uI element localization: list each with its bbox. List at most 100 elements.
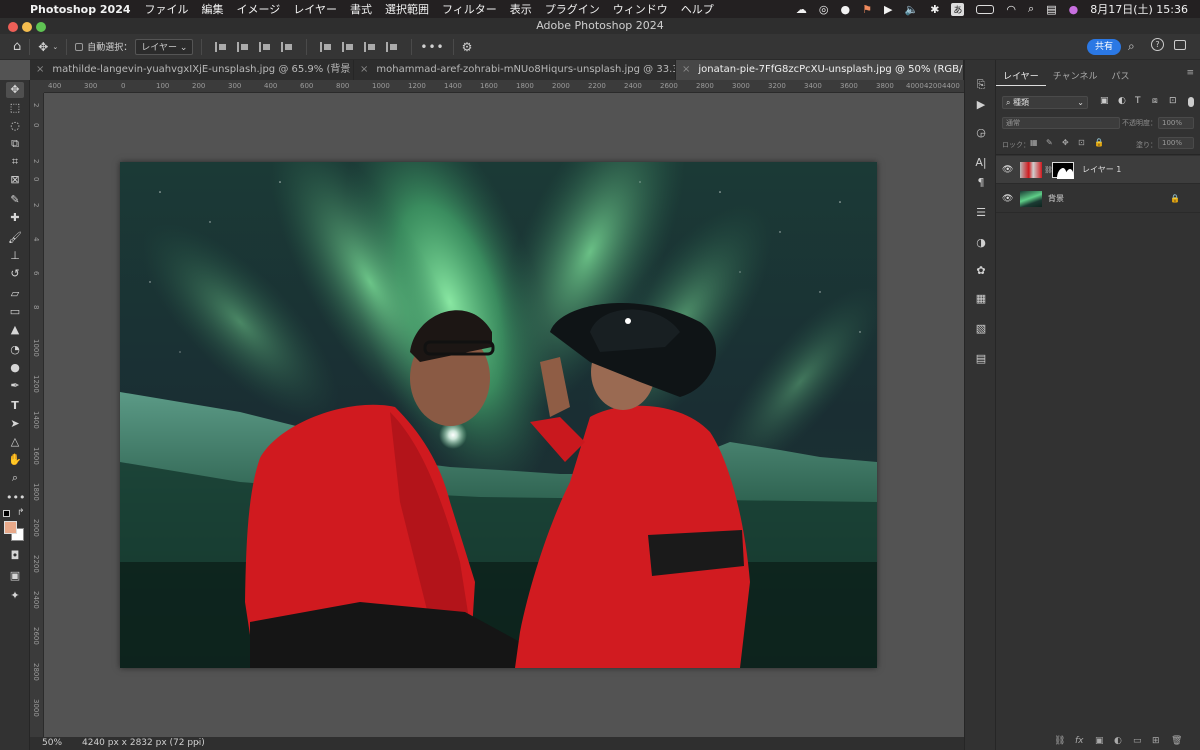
foreground-color-swatch[interactable] <box>4 521 17 534</box>
more-options-icon[interactable]: ••• <box>420 40 444 54</box>
healing-brush-tool-icon[interactable]: ✚ <box>6 210 24 226</box>
eraser-tool-icon[interactable]: ▱ <box>6 286 24 302</box>
distribute-vertical-icon[interactable] <box>386 41 398 52</box>
type-tool-icon[interactable]: T <box>6 398 24 414</box>
siri-icon[interactable]: ● <box>1069 3 1079 16</box>
brush-tool-icon[interactable]: 🖌 <box>6 230 24 246</box>
tab-channels[interactable]: チャンネル <box>1046 68 1105 86</box>
filter-adjustment-icon[interactable]: ◐ <box>1118 96 1126 106</box>
layer-filter-dropdown[interactable]: ⌕ 種類 ⌄ <box>1002 96 1088 109</box>
fill-field[interactable]: 100% <box>1158 137 1194 149</box>
close-tab-icon[interactable]: × <box>36 64 44 75</box>
adjustment-icon[interactable]: ◐ <box>1114 736 1122 746</box>
filter-type-icon[interactable]: T <box>1135 96 1141 106</box>
menu-edit[interactable]: 編集 <box>202 1 224 17</box>
auto-select-checkbox[interactable] <box>75 42 84 51</box>
move-tool-icon[interactable]: ✥ <box>6 82 24 98</box>
zoom-tool-icon[interactable]: ⌕ <box>6 470 24 486</box>
libraries-icon[interactable]: ▤ <box>974 352 988 366</box>
layer-row[interactable]: 👁 背景 🔒 <box>996 185 1200 213</box>
filter-shape-icon[interactable]: ⧈ <box>1152 96 1158 106</box>
layer-name[interactable]: 背景 <box>1048 185 1064 213</box>
lock-image-icon[interactable]: ✎ <box>1046 138 1053 147</box>
ruler-vertical[interactable]: 2 0 2 0 2 4 6 8 1000 1200 1400 1600 1800… <box>30 93 44 737</box>
lock-position-icon[interactable]: ✥ <box>1062 138 1069 147</box>
layer-name[interactable]: レイヤー 1 <box>1082 156 1121 184</box>
mask-icon[interactable]: ▣ <box>1095 736 1104 746</box>
acrobat-icon[interactable]: ⚑ <box>862 3 872 16</box>
close-tab-icon[interactable]: × <box>682 64 690 75</box>
help-icon[interactable]: ? <box>1151 38 1164 51</box>
wifi-icon[interactable]: ◠ <box>1006 3 1016 16</box>
doc-tab-active[interactable]: × jonatan-pie-7FfG8zcPcXU-unsplash.jpg @ … <box>676 60 964 80</box>
fx-icon[interactable]: fx <box>1075 736 1084 746</box>
align-distribute-icon[interactable] <box>281 41 293 52</box>
clock[interactable]: 8月17日(土) 15:36 <box>1090 1 1188 17</box>
home-icon[interactable]: ⌂ <box>13 39 21 54</box>
lock-all-icon[interactable]: 🔒 <box>1094 138 1104 147</box>
close-window-button[interactable] <box>8 22 18 32</box>
patterns-icon[interactable]: ▦ <box>974 292 988 306</box>
bluetooth-icon[interactable]: ✱ <box>930 3 939 16</box>
opacity-field[interactable]: 100% <box>1158 117 1194 129</box>
group-icon[interactable]: ▭ <box>1133 736 1142 746</box>
battery-icon[interactable] <box>976 4 995 14</box>
spotlight-icon[interactable]: ⌕ <box>1028 2 1034 16</box>
zoom-level[interactable]: 50% <box>42 737 62 750</box>
swatches-icon[interactable]: ✿ <box>974 264 988 278</box>
play-icon[interactable]: ▶ <box>884 3 892 16</box>
sync-icon[interactable]: ● <box>841 3 851 16</box>
link-icon[interactable]: ⛓ <box>1054 736 1065 746</box>
doc-tab[interactable]: × mohammad-aref-zohrabi-mNUo8Hiqurs-unspl… <box>354 60 676 80</box>
menu-view[interactable]: 表示 <box>510 1 532 17</box>
move-tool-icon[interactable]: ✥ <box>38 40 48 54</box>
cloud-icon[interactable]: ☁ <box>796 3 807 16</box>
screen-mode-icon[interactable]: ▣ <box>6 568 24 584</box>
color-icon[interactable]: ◑ <box>974 236 988 250</box>
frame-tool-icon[interactable]: ⊠ <box>6 172 24 188</box>
control-center-icon[interactable]: ▤ <box>1046 3 1056 16</box>
filter-smart-object-icon[interactable]: ⊡ <box>1169 96 1177 106</box>
menu-help[interactable]: ヘルプ <box>681 1 714 17</box>
menu-window[interactable]: ウィンドウ <box>613 1 668 17</box>
generative-icon[interactable]: ✦ <box>6 588 24 604</box>
shape-tool-icon[interactable]: △ <box>6 434 24 450</box>
menu-filter[interactable]: フィルター <box>442 1 497 17</box>
ruler-horizontal[interactable]: 400 300 0 100 200 300 400 600 800 1000 1… <box>44 80 964 93</box>
volume-icon[interactable]: 🔈 <box>904 3 918 16</box>
eyedropper-tool-icon[interactable]: ✎ <box>6 192 24 208</box>
more-tools-icon[interactable]: ••• <box>6 490 25 506</box>
ruler-corner[interactable] <box>30 80 44 93</box>
3d-mode-icon[interactable]: ⚙ <box>462 40 473 54</box>
align-top-icon[interactable] <box>320 41 332 52</box>
panel-menu-icon[interactable]: ≡ <box>1186 68 1194 78</box>
workspace-icon[interactable] <box>1174 40 1186 50</box>
app-menu[interactable]: Photoshop 2024 <box>30 3 131 16</box>
gradients-icon[interactable]: ▧ <box>974 322 988 336</box>
pen-tool-icon[interactable]: ✒ <box>6 378 24 394</box>
search-icon[interactable]: ⌕ <box>1128 39 1135 54</box>
blur-tool-icon[interactable]: ▲ <box>6 322 24 338</box>
menu-image[interactable]: イメージ <box>237 1 281 17</box>
clone-stamp-tool-icon[interactable]: ⊥ <box>6 248 24 264</box>
quick-mask-icon[interactable]: ◘ <box>6 548 24 564</box>
layer-mask-thumbnail[interactable] <box>1052 162 1074 179</box>
crop-tool-icon[interactable]: ⌗ <box>6 154 24 170</box>
burn-tool-icon[interactable]: ● <box>6 360 24 376</box>
lock-artboard-icon[interactable]: ⊡ <box>1078 138 1085 147</box>
zoom-window-button[interactable] <box>36 22 46 32</box>
chevron-right-icon[interactable]: › <box>196 737 200 750</box>
lasso-tool-icon[interactable]: ◌ <box>6 118 24 134</box>
marquee-tool-icon[interactable]: ⬚ <box>6 100 24 116</box>
close-tab-icon[interactable]: × <box>360 64 368 75</box>
menu-select[interactable]: 選択範囲 <box>385 1 429 17</box>
history-brush-tool-icon[interactable]: ↺ <box>6 266 24 282</box>
trash-icon[interactable]: 🗑 <box>1171 736 1182 746</box>
filter-toggle[interactable] <box>1188 97 1194 107</box>
align-horizontal-center-icon[interactable] <box>237 41 249 52</box>
eye-icon[interactable]: 👁 <box>1002 165 1013 175</box>
align-vertical-center-icon[interactable] <box>342 41 354 52</box>
menu-plugins[interactable]: プラグイン <box>545 1 600 17</box>
share-button[interactable]: 共有 <box>1087 39 1121 55</box>
tab-paths[interactable]: パス <box>1104 68 1136 86</box>
